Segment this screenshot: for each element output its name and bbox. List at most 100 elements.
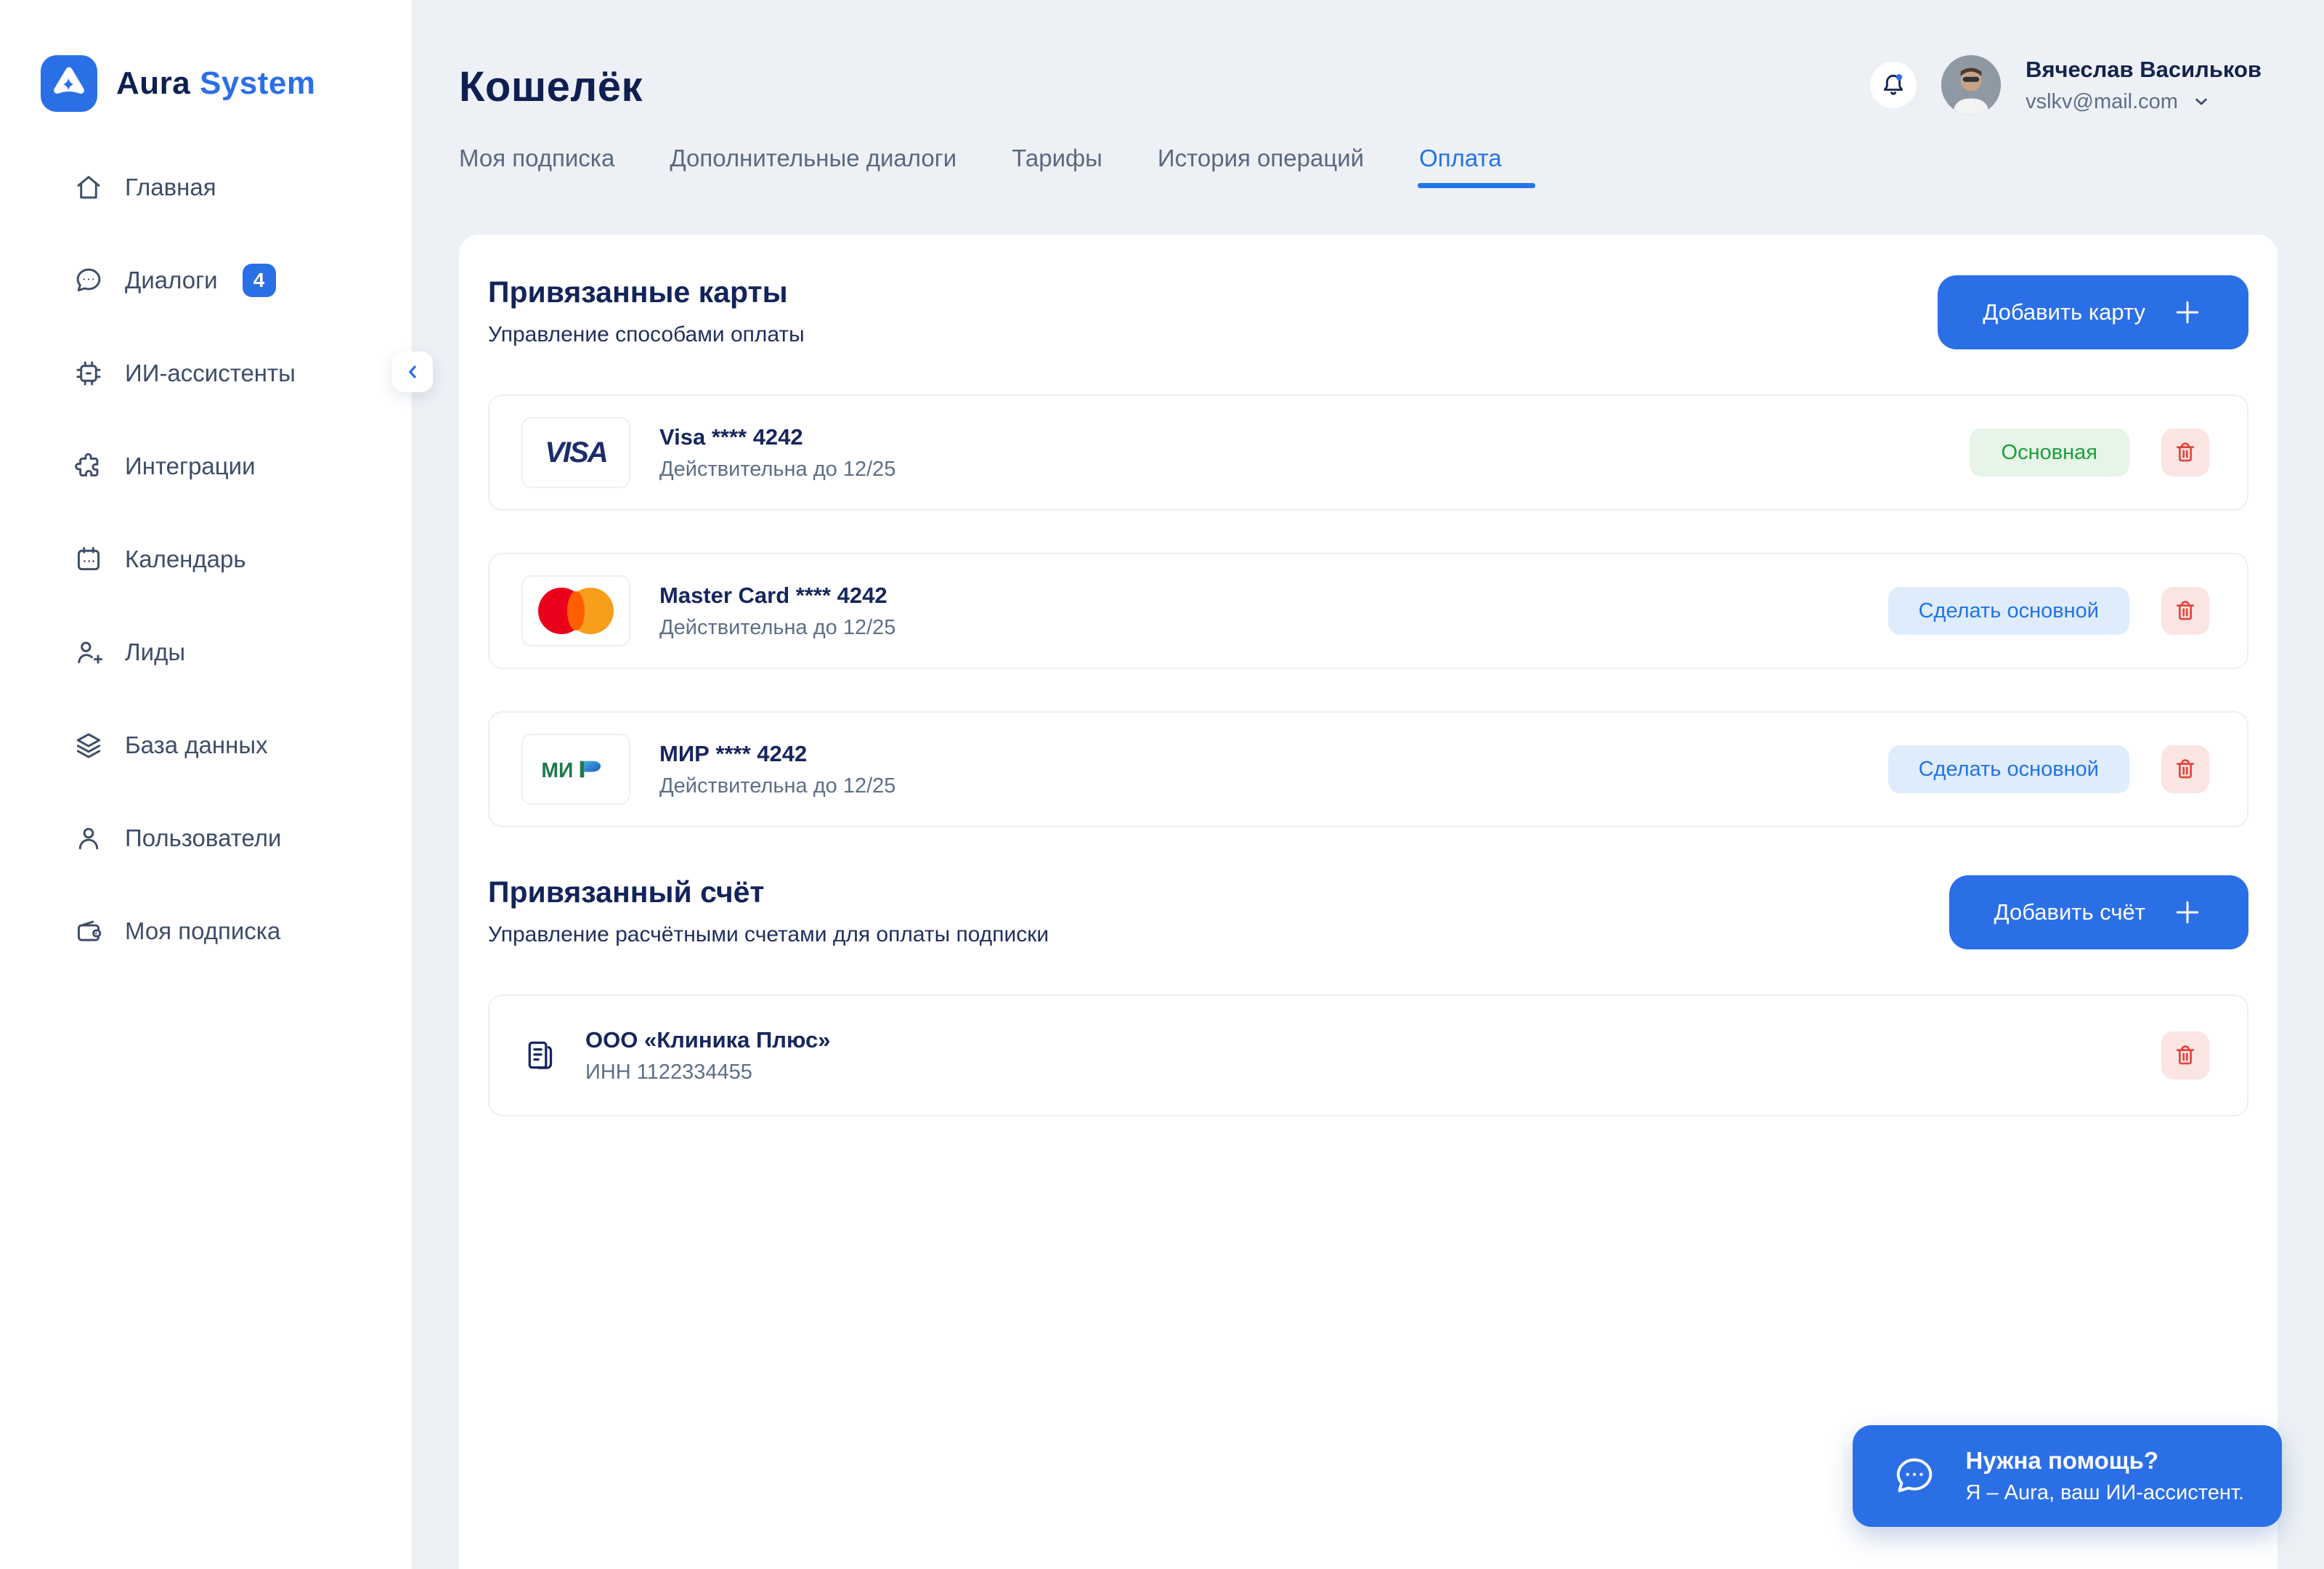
sidebar: Aura System Главная Диалоги 4 ИИ-ассисте…: [0, 0, 413, 1569]
account-section-title: Привязанный счёт: [488, 875, 1049, 909]
account-row: ООО «Клиника Плюс» ИНН 1122334455: [488, 994, 2248, 1116]
sidebar-item-integrations[interactable]: Интеграции: [0, 420, 412, 513]
bell-icon: [1879, 70, 1908, 100]
tab-extra-dialogs[interactable]: Дополнительные диалоги: [670, 145, 956, 188]
delete-card-button[interactable]: [2161, 587, 2209, 635]
brand: Aura System: [41, 55, 412, 112]
card-info: Visa **** 4242 Действительна до 12/25: [659, 424, 895, 482]
svg-text:МИ: МИ: [541, 759, 573, 782]
user-name: Вячеслав Васильков: [2026, 57, 2262, 83]
delete-account-button[interactable]: [2161, 1031, 2209, 1079]
account-info: ООО «Клиника Плюс» ИНН 1122334455: [585, 1027, 831, 1084]
make-primary-button[interactable]: Сделать основной: [1888, 745, 2129, 793]
chat-bubble-icon: [1890, 1452, 1938, 1500]
sidebar-item-label: Главная: [125, 174, 216, 201]
plus-icon: [2171, 896, 2203, 928]
cards-list: VISA Visa **** 4242 Действительна до 12/…: [488, 394, 2248, 827]
account-section-subtitle: Управление расчётными счетами для оплаты…: [488, 923, 1049, 947]
trash-icon: [2173, 440, 2198, 465]
tabs-bar: Моя подписка Дополнительные диалоги Тари…: [459, 145, 2278, 188]
card-info: МИР **** 4242 Действительна до 12/25: [659, 741, 895, 798]
tab-payment[interactable]: Оплата: [1419, 145, 1502, 188]
card-title: МИР **** 4242: [659, 741, 895, 767]
make-primary-button[interactable]: Сделать основной: [1888, 587, 2129, 635]
cards-section-title: Привязанные карты: [488, 275, 805, 309]
payment-panel: Привязанные карты Управление способами о…: [459, 235, 2278, 1569]
tab-history[interactable]: История операций: [1158, 145, 1364, 188]
mir-logo-icon: МИ: [521, 734, 630, 805]
chevron-down-icon: [2191, 92, 2211, 112]
tab-tariffs[interactable]: Тарифы: [1012, 145, 1102, 188]
sidebar-nav: Главная Диалоги 4 ИИ-ассистенты Интеграц…: [0, 141, 412, 978]
account-section-header: Привязанный счёт Управление расчётными с…: [488, 875, 2248, 949]
tab-my-subscription[interactable]: Моя подписка: [459, 145, 614, 188]
add-account-button[interactable]: Добавить счёт: [1949, 875, 2248, 949]
sidebar-item-label: ИИ-ассистенты: [125, 360, 296, 387]
sidebar-item-subscription[interactable]: Моя подписка: [0, 885, 412, 978]
plus-icon: [2171, 296, 2203, 328]
topbar: Вячеслав Васильков vslkv@mail.com: [1870, 55, 2262, 115]
trash-icon: [2173, 1043, 2198, 1068]
add-card-button[interactable]: Добавить карту: [1938, 275, 2248, 349]
account-section: Привязанный счёт Управление расчётными с…: [488, 875, 2248, 1116]
trash-icon: [2173, 757, 2198, 782]
app-root: Aura System Главная Диалоги 4 ИИ-ассисте…: [0, 0, 2324, 1569]
card-expiry: Действительна до 12/25: [659, 458, 895, 482]
avatar[interactable]: [1941, 55, 2001, 115]
sidebar-item-leads[interactable]: Лиды: [0, 606, 412, 699]
calendar-icon: [73, 543, 105, 575]
invoice-icon: [521, 1037, 559, 1074]
primary-card-badge: Основная: [1970, 429, 2129, 477]
main-area: Кошелёк Моя подписка Дополнительные диал…: [413, 0, 2324, 1569]
card-row-mir: МИ МИР **** 4242 Действительна до 12/25 …: [488, 711, 2248, 827]
sidebar-item-dialogs[interactable]: Диалоги 4: [0, 234, 412, 327]
sidebar-item-label: Лиды: [125, 638, 185, 666]
card-row-mastercard: Master Card **** 4242 Действительна до 1…: [488, 553, 2248, 669]
sidebar-item-label: Интеграции: [125, 453, 256, 480]
user-email: vslkv@mail.com: [2026, 90, 2178, 114]
visa-logo-icon: VISA: [521, 417, 630, 488]
chat-widget-subtitle: Я – Aura, ваш ИИ-ассистент.: [1966, 1481, 2245, 1505]
home-icon: [73, 171, 105, 203]
card-expiry: Действительна до 12/25: [659, 774, 895, 798]
layers-icon: [73, 729, 105, 761]
help-chat-widget[interactable]: Нужна помощь? Я – Aura, ваш ИИ-ассистент…: [1853, 1425, 2283, 1527]
chip-icon: [73, 357, 105, 389]
chat-widget-title: Нужна помощь?: [1966, 1447, 2245, 1475]
sidebar-item-home[interactable]: Главная: [0, 141, 412, 234]
profile-menu-trigger[interactable]: vslkv@mail.com: [2026, 90, 2262, 114]
delete-card-button[interactable]: [2161, 429, 2209, 477]
delete-card-button[interactable]: [2161, 745, 2209, 793]
profile: Вячеслав Васильков vslkv@mail.com: [2026, 57, 2262, 114]
mastercard-logo-icon: [521, 575, 630, 646]
cards-section-subtitle: Управление способами оплаты: [488, 323, 805, 347]
sidebar-item-users[interactable]: Пользователи: [0, 792, 412, 885]
wallet-icon: [73, 915, 105, 947]
sidebar-item-label: Моя подписка: [125, 917, 280, 945]
account-title: ООО «Клиника Плюс»: [585, 1027, 831, 1053]
sidebar-item-label: Пользователи: [125, 824, 281, 852]
puzzle-icon: [73, 450, 105, 482]
notifications-button[interactable]: [1870, 62, 1917, 108]
card-title: Master Card **** 4242: [659, 583, 895, 609]
chat-icon: [73, 264, 105, 296]
chevron-left-icon: [402, 361, 423, 383]
user-icon: [73, 822, 105, 854]
aura-logo-icon: [41, 55, 97, 112]
card-info: Master Card **** 4242 Действительна до 1…: [659, 583, 895, 640]
brand-name: Aura System: [116, 65, 316, 102]
sidebar-item-calendar[interactable]: Календарь: [0, 513, 412, 606]
sidebar-item-label: Календарь: [125, 546, 246, 573]
dialogs-count-badge: 4: [243, 264, 276, 297]
card-expiry: Действительна до 12/25: [659, 616, 895, 640]
cards-section-header: Привязанные карты Управление способами о…: [488, 275, 2248, 349]
sidebar-item-ai-assistants[interactable]: ИИ-ассистенты: [0, 327, 412, 420]
trash-icon: [2173, 599, 2198, 623]
sidebar-collapse-button[interactable]: [392, 352, 433, 392]
sidebar-item-database[interactable]: База данных: [0, 699, 412, 792]
accounts-list: ООО «Клиника Плюс» ИНН 1122334455: [488, 994, 2248, 1116]
card-title: Visa **** 4242: [659, 424, 895, 450]
account-inn: ИНН 1122334455: [585, 1061, 831, 1084]
sidebar-item-label: Диалоги: [125, 267, 218, 294]
card-row-visa: VISA Visa **** 4242 Действительна до 12/…: [488, 394, 2248, 511]
